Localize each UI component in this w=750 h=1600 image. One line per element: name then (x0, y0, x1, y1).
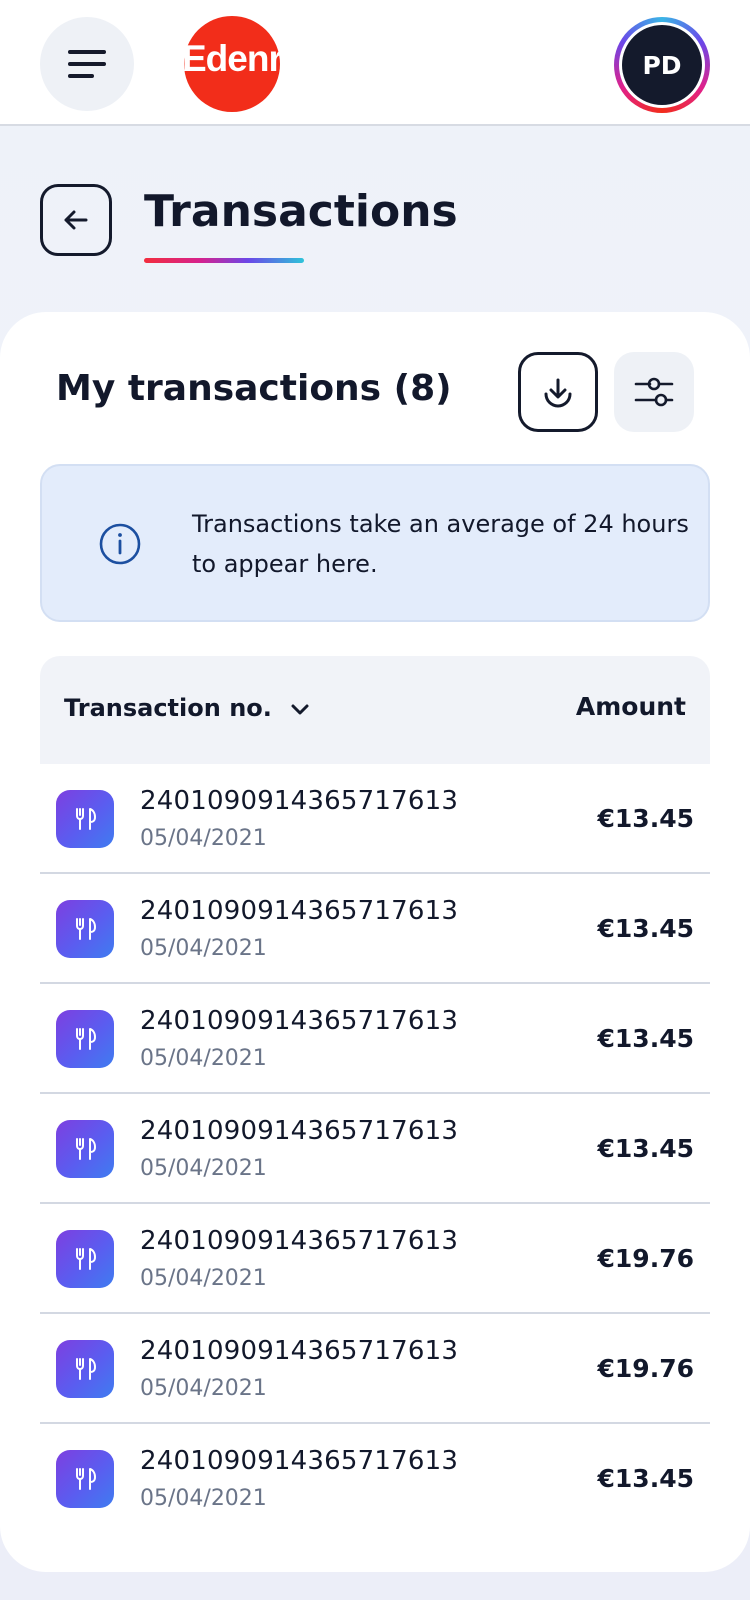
transaction-amount: €13.45 (597, 804, 694, 833)
download-button[interactable] (518, 352, 598, 432)
page-title: Transactions (144, 186, 458, 237)
menu-button[interactable] (40, 17, 134, 111)
fork-knife-icon (56, 1010, 114, 1068)
fork-knife-glyph (76, 1468, 96, 1490)
transaction-date: 05/04/2021 (140, 1376, 267, 1401)
transaction-list: 2401090914365717613 05/04/2021 €13.45 24… (40, 764, 710, 1534)
fork-knife-glyph (76, 918, 96, 940)
transaction-amount: €13.45 (597, 914, 694, 943)
transaction-number: 2401090914365717613 (140, 1446, 459, 1476)
transaction-number: 2401090914365717613 (140, 786, 459, 816)
fork-knife-icon (56, 1230, 114, 1288)
table-row[interactable]: 2401090914365717613 05/04/2021 €13.45 (40, 984, 710, 1094)
transaction-number: 2401090914365717613 (140, 1226, 459, 1256)
transaction-number: 2401090914365717613 (140, 1116, 459, 1146)
download-icon (544, 378, 572, 408)
avatar-gap: PD (619, 22, 705, 108)
table-row[interactable]: 2401090914365717613 05/04/2021 €19.76 (40, 1314, 710, 1424)
transaction-date: 05/04/2021 (140, 1046, 267, 1071)
arrow-left-icon (64, 210, 88, 230)
top-bar: Edenred PD (0, 0, 750, 126)
fork-knife-glyph (76, 808, 96, 830)
title-underline (144, 258, 304, 263)
filter-button[interactable] (614, 352, 694, 432)
table-header: Transaction no. Amount (40, 656, 710, 764)
fork-knife-icon (56, 900, 114, 958)
transaction-number: 2401090914365717613 (140, 1336, 459, 1366)
fork-knife-glyph (76, 1358, 96, 1380)
fork-knife-icon (56, 1340, 114, 1398)
sliders-filter-icon (634, 377, 674, 407)
fork-knife-icon (56, 790, 114, 848)
transaction-amount: €13.45 (597, 1464, 694, 1493)
transaction-amount: €13.45 (597, 1024, 694, 1053)
chevron-down-icon[interactable] (288, 698, 312, 722)
fork-knife-glyph (76, 1138, 96, 1160)
info-circle-icon (99, 523, 141, 565)
table-row[interactable]: 2401090914365717613 05/04/2021 €13.45 (40, 1424, 710, 1534)
logo-text: Edenred (182, 38, 324, 79)
hamburger-line (68, 74, 94, 78)
transaction-amount: €19.76 (597, 1244, 694, 1273)
hamburger-line (68, 62, 106, 66)
back-button[interactable] (40, 184, 112, 256)
transaction-date: 05/04/2021 (140, 1266, 267, 1291)
fork-knife-icon (56, 1450, 114, 1508)
transaction-date: 05/04/2021 (140, 1486, 267, 1511)
table-row[interactable]: 2401090914365717613 05/04/2021 €13.45 (40, 764, 710, 874)
fork-knife-glyph (76, 1248, 96, 1270)
info-text: Transactions take an average of 24 hours… (192, 510, 689, 578)
transaction-date: 05/04/2021 (140, 826, 267, 851)
avatar-button[interactable]: PD (614, 17, 710, 113)
transaction-date: 05/04/2021 (140, 1156, 267, 1181)
transaction-amount: €19.76 (597, 1354, 694, 1383)
section-title: My transactions (8) (56, 368, 452, 409)
column-amount: Amount (575, 692, 686, 721)
transaction-amount: €13.45 (597, 1134, 694, 1163)
table-row[interactable]: 2401090914365717613 05/04/2021 €13.45 (40, 874, 710, 984)
table-row[interactable]: 2401090914365717613 05/04/2021 €19.76 (40, 1204, 710, 1314)
fork-knife-glyph (76, 1028, 96, 1050)
avatar: PD (622, 25, 702, 105)
column-transaction-no[interactable]: Transaction no. (64, 694, 272, 722)
transactions-card: My transactions (8) Transactions take an… (0, 312, 750, 1572)
transaction-number: 2401090914365717613 (140, 1006, 459, 1036)
hamburger-menu-icon (68, 50, 106, 54)
info-banner: Transactions take an average of 24 hours… (40, 464, 710, 622)
transaction-date: 05/04/2021 (140, 936, 267, 961)
fork-knife-icon (56, 1120, 114, 1178)
transaction-number: 2401090914365717613 (140, 896, 459, 926)
table-row[interactable]: 2401090914365717613 05/04/2021 €13.45 (40, 1094, 710, 1204)
